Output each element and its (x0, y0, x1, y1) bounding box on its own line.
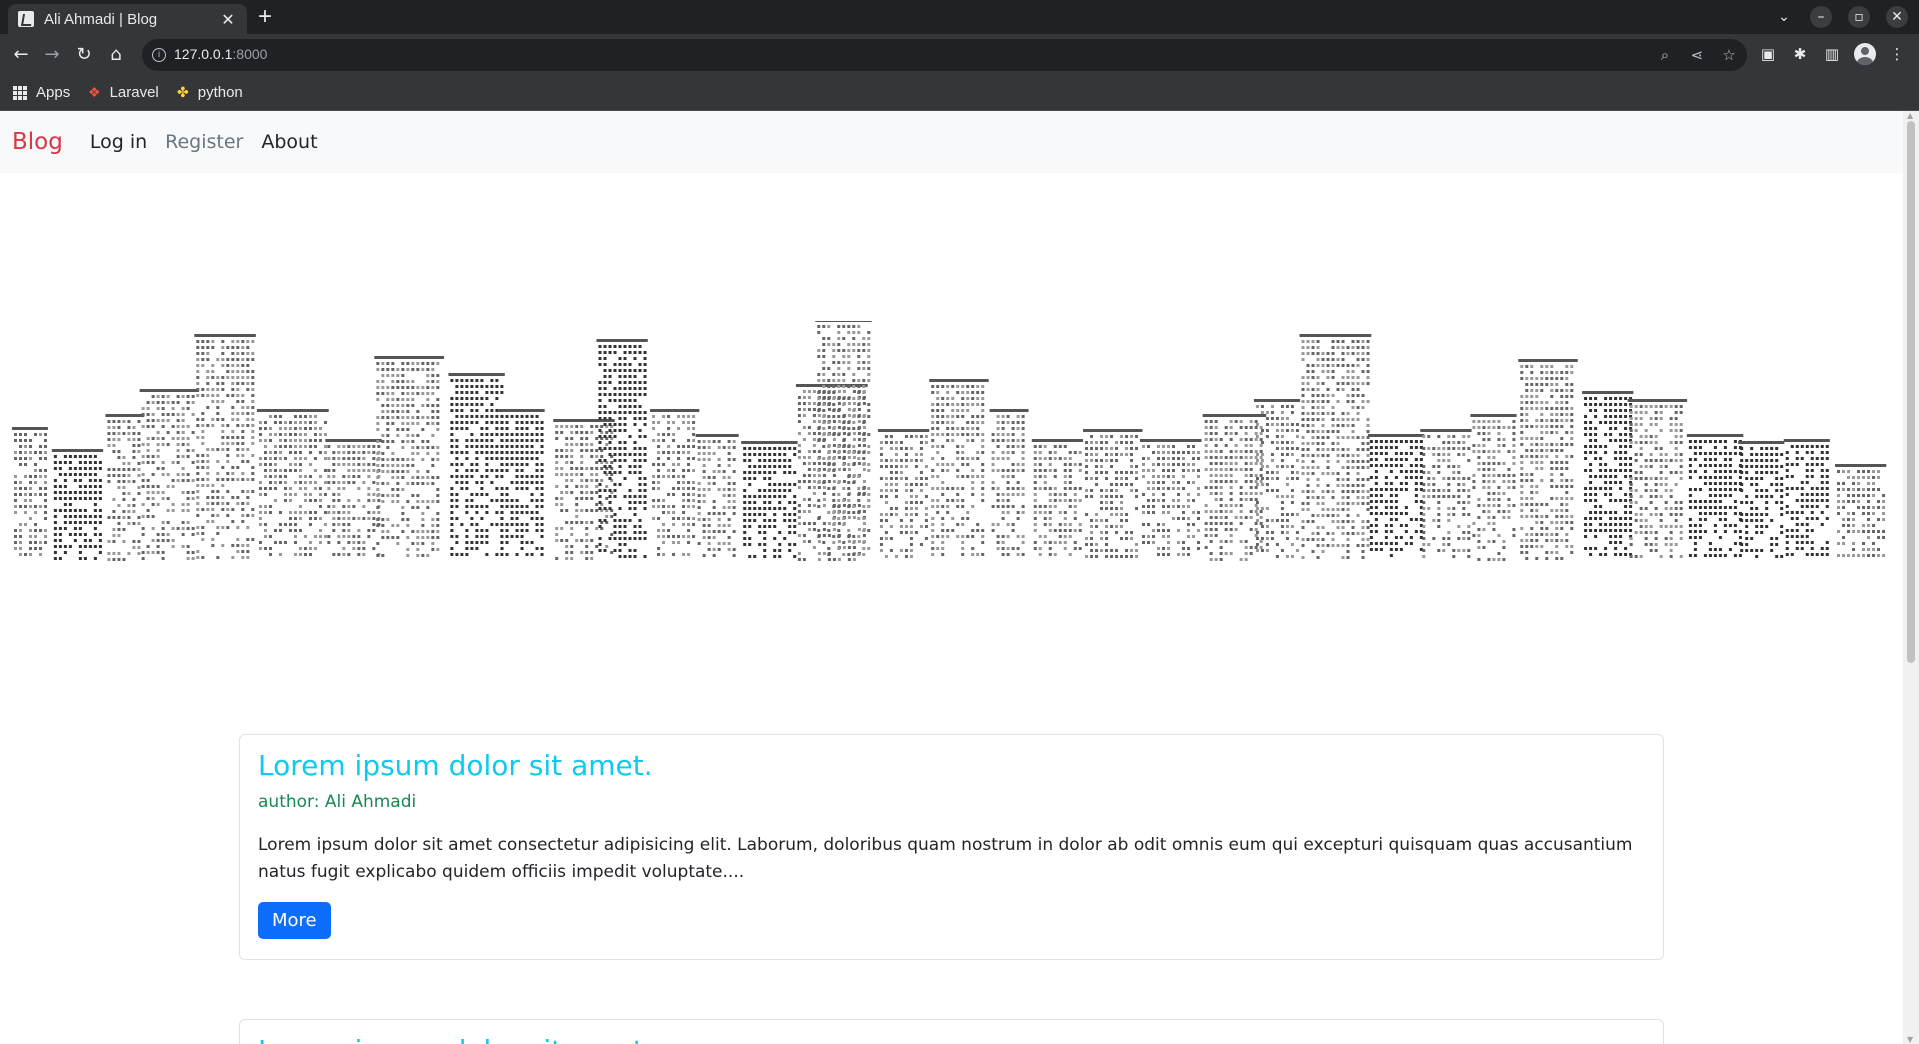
post-title[interactable]: Lorem ipsum dolor sit amet. (258, 749, 1643, 782)
nav-login-link[interactable]: Log in (90, 131, 147, 153)
scroll-up-icon[interactable]: ▲ (1907, 111, 1913, 120)
tab-search-icon[interactable]: ⌄ (1772, 5, 1796, 29)
city-skyline-image (12, 321, 1887, 561)
close-window-button[interactable]: ✕ (1886, 6, 1908, 28)
profile-avatar-icon[interactable] (1854, 43, 1876, 65)
post-author: author: Ali Ahmadi (258, 792, 417, 812)
tab-title: Ali Ahmadi | Blog (44, 10, 158, 28)
url-text[interactable]: 127.0.0.1:8000 (174, 46, 267, 62)
post-title[interactable]: Lorem ipsum dolor sit amet. (258, 1034, 1643, 1044)
scroll-down-icon[interactable]: ▼ (1907, 1035, 1913, 1044)
site-navbar: Blog Log in Register About (0, 111, 1903, 173)
new-tab-button[interactable]: + (258, 5, 272, 29)
more-button[interactable]: More (258, 902, 331, 939)
bookmark-laravel[interactable]: ❖ Laravel (88, 84, 159, 101)
zoom-icon[interactable]: ⌕ (1655, 45, 1675, 65)
menu-kebab-icon[interactable]: ⋮ (1886, 43, 1908, 65)
back-icon[interactable]: ← (8, 42, 34, 68)
browser-toolbar: ← → ↻ ⌂ i 127.0.0.1:8000 ⌕ ⋖ ☆ ▣ ✱ ▥ ⋮ (0, 34, 1919, 76)
bookmark-python[interactable]: ✤ python (177, 84, 243, 101)
bookmark-apps[interactable]: Apps (13, 84, 70, 101)
laravel-icon: ❖ (88, 84, 101, 100)
reload-icon[interactable]: ↻ (71, 42, 97, 68)
tab-strip: Ali Ahmadi | Blog ✕ + ⌄ – ▫ ✕ (0, 0, 1919, 34)
minimize-button[interactable]: – (1810, 6, 1832, 28)
extensions-puzzle-icon[interactable]: ✱ (1789, 43, 1811, 65)
page-scrollbar[interactable]: ▲ ▼ (1903, 111, 1919, 1044)
post-card: Lorem ipsum dolor sit amet. (239, 1019, 1664, 1044)
forward-icon[interactable]: → (39, 42, 65, 68)
scroll-thumb[interactable] (1907, 121, 1915, 663)
address-bar[interactable]: i 127.0.0.1:8000 ⌕ ⋖ ☆ (142, 39, 1747, 71)
favicon-icon (18, 11, 34, 27)
close-tab-icon[interactable]: ✕ (219, 10, 237, 29)
apps-grid-icon (13, 85, 27, 100)
home-icon[interactable]: ⌂ (103, 42, 129, 68)
post-card: Lorem ipsum dolor sit amet. author: Ali … (239, 734, 1664, 960)
brand-link[interactable]: Blog (12, 129, 63, 155)
side-panel-icon[interactable]: ▥ (1821, 43, 1843, 65)
python-icon: ✤ (177, 84, 189, 100)
share-icon[interactable]: ⋖ (1687, 45, 1707, 65)
bookmark-star-icon[interactable]: ☆ (1719, 45, 1739, 65)
page-viewport: Blog Log in Register About Lorem ipsum d… (0, 111, 1903, 1044)
maximize-button[interactable]: ▫ (1848, 6, 1870, 28)
site-info-icon[interactable]: i (152, 48, 166, 62)
extension-icon[interactable]: ▣ (1757, 43, 1779, 65)
nav-register-link[interactable]: Register (165, 131, 243, 153)
bookmarks-bar: Apps ❖ Laravel ✤ python (0, 76, 1919, 111)
browser-tab[interactable]: Ali Ahmadi | Blog ✕ (8, 4, 247, 34)
nav-about-link[interactable]: About (261, 131, 317, 153)
post-excerpt: Lorem ipsum dolor sit amet consectetur a… (258, 835, 1633, 882)
